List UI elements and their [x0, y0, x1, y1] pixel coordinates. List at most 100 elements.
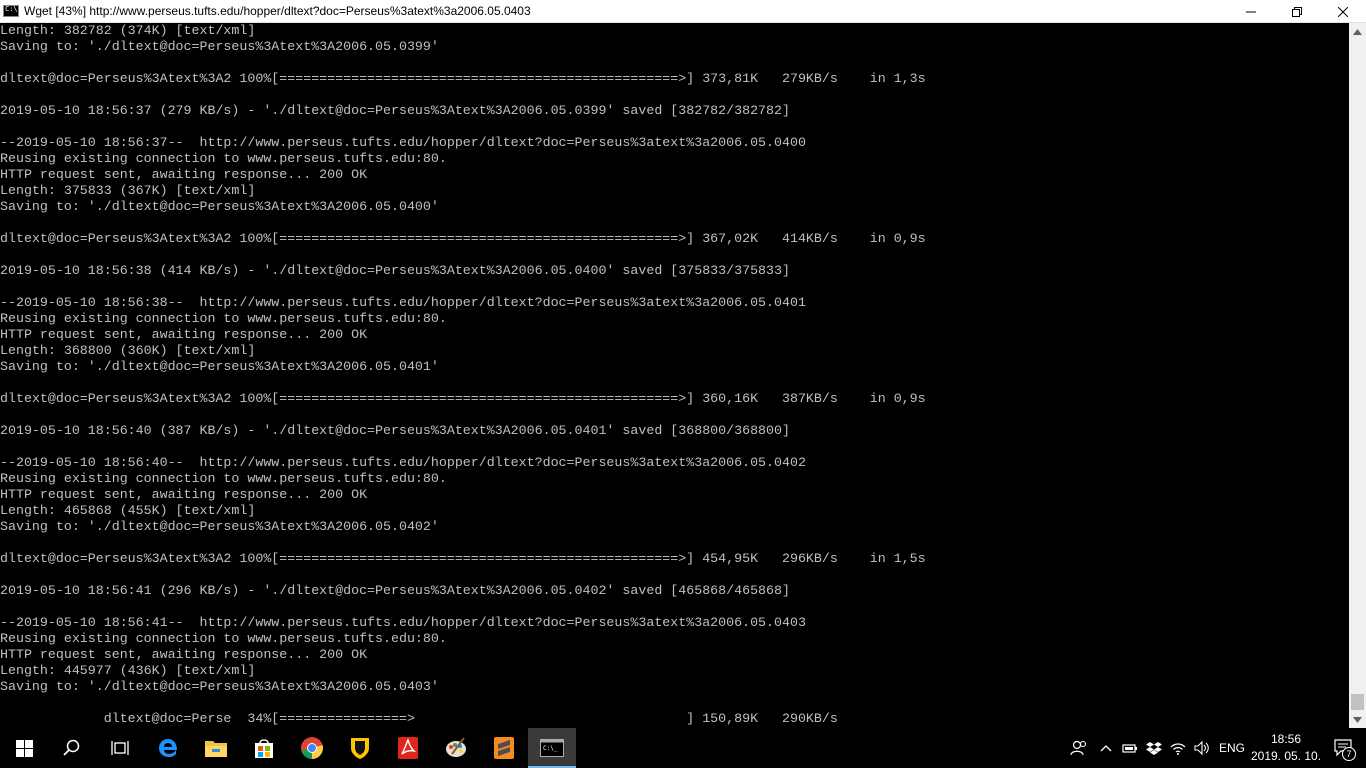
taskbar-sublime[interactable]: [480, 728, 528, 768]
shield-icon: [351, 738, 369, 759]
people-button[interactable]: [1064, 728, 1094, 768]
close-icon: [1338, 6, 1348, 17]
wifi-button[interactable]: [1166, 728, 1190, 768]
clock[interactable]: 18:56 2019. 05. 10.: [1250, 728, 1322, 768]
battery-icon: [1122, 744, 1137, 753]
clock-time: 18:56: [1270, 732, 1302, 746]
minimize-icon: [1246, 11, 1256, 12]
console-line: Saving to: './dltext@doc=Perseus%3Atext%…: [0, 679, 439, 694]
scroll-thumb[interactable]: [1351, 694, 1364, 710]
dropbox-icon: [1146, 742, 1162, 755]
console-line: Saving to: './dltext@doc=Perseus%3Atext%…: [0, 359, 439, 374]
scroll-up-button[interactable]: [1349, 23, 1366, 40]
vertical-scrollbar[interactable]: [1349, 23, 1366, 728]
svg-text:C:\_: C:\_: [543, 745, 558, 752]
show-hidden-icons-button[interactable]: [1094, 728, 1118, 768]
taskbar-file-explorer[interactable]: [192, 728, 240, 768]
console-line: dltext@doc=Perseus%3Atext%3A2 100%[=====…: [0, 391, 926, 406]
console-line: 2019-05-10 18:56:40 (387 KB/s) - './dlte…: [0, 423, 790, 438]
start-button[interactable]: [0, 728, 48, 768]
taskbar-chrome[interactable]: [288, 728, 336, 768]
console-line: Reusing existing connection to www.perse…: [0, 471, 447, 486]
store-icon: [255, 739, 273, 758]
console-line: HTTP request sent, awaiting response... …: [0, 167, 368, 182]
language-indicator[interactable]: ENG: [1214, 728, 1250, 768]
window-controls: [1228, 0, 1366, 23]
console-line: dltext@doc=Perseus%3Atext%3A2 100%[=====…: [0, 231, 926, 246]
chevron-down-icon: [1353, 716, 1362, 723]
restore-icon: [1292, 6, 1302, 17]
minimize-button[interactable]: [1228, 0, 1274, 23]
palette-icon: [446, 737, 466, 757]
taskbar-store[interactable]: [240, 728, 288, 768]
taskbar-paint[interactable]: [432, 728, 480, 768]
console-line: HTTP request sent, awaiting response... …: [0, 487, 368, 502]
console-line: --2019-05-10 18:56:41-- http://www.perse…: [0, 615, 806, 630]
console-line: HTTP request sent, awaiting response... …: [0, 327, 368, 342]
task-view-button[interactable]: [96, 728, 144, 768]
chrome-icon: [301, 737, 323, 759]
taskbar-acrobat[interactable]: [384, 728, 432, 768]
console-line: --2019-05-10 18:56:37-- http://www.perse…: [0, 135, 806, 150]
console-line: 2019-05-10 18:56:38 (414 KB/s) - './dlte…: [0, 263, 790, 278]
console-line: Saving to: './dltext@doc=Perseus%3Atext%…: [0, 199, 439, 214]
window-title: Wget [43%] http://www.perseus.tufts.edu/…: [24, 4, 531, 18]
taskbar-cmd[interactable]: C:\_: [528, 728, 576, 768]
search-icon: [63, 739, 80, 756]
notification-count-badge: 7: [1342, 747, 1356, 761]
chevron-up-icon: [1353, 28, 1362, 35]
console-line: HTTP request sent, awaiting response... …: [0, 647, 368, 662]
console-line: Reusing existing connection to www.perse…: [0, 311, 447, 326]
console-line: --2019-05-10 18:56:38-- http://www.perse…: [0, 295, 806, 310]
cmd-icon: C:\_: [540, 739, 564, 757]
window-title-bar[interactable]: Wget [43%] http://www.perseus.tufts.edu/…: [0, 0, 1366, 23]
console-line: dltext@doc=Perseus%3Atext%3A2 100%[=====…: [0, 71, 926, 86]
volume-button[interactable]: [1190, 728, 1214, 768]
console-line: Length: 368800 (360K) [text/xml]: [0, 343, 256, 358]
console-line: 2019-05-10 18:56:41 (296 KB/s) - './dlte…: [0, 583, 790, 598]
console-line: Length: 382782 (374K) [text/xml]: [0, 23, 256, 38]
console-line: Reusing existing connection to www.perse…: [0, 631, 447, 646]
system-tray: ENG 18:56 2019. 05. 10. 7: [1064, 728, 1366, 768]
scroll-down-button[interactable]: [1349, 711, 1366, 728]
console-line: Saving to: './dltext@doc=Perseus%3Atext%…: [0, 519, 439, 534]
restore-button[interactable]: [1274, 0, 1320, 23]
console-output[interactable]: Length: 382782 (374K) [text/xml] Saving t…: [0, 23, 1349, 728]
speaker-icon: [1194, 741, 1209, 755]
action-center-button[interactable]: 7: [1322, 728, 1366, 768]
taskbar-edge[interactable]: [144, 728, 192, 768]
task-view-icon: [111, 741, 129, 755]
search-button[interactable]: [48, 728, 96, 768]
console-line: Length: 465868 (455K) [text/xml]: [0, 503, 256, 518]
battery-button[interactable]: [1118, 728, 1142, 768]
windows-logo-icon: [15, 739, 33, 757]
people-icon: [1070, 740, 1087, 756]
cmd-icon: [3, 5, 19, 17]
pdf-icon: [398, 737, 418, 759]
taskbar: C:\_ ENG 18:56 2019. 05. 10. 7: [0, 728, 1366, 768]
clock-date: 2019. 05. 10.: [1250, 749, 1322, 763]
dropbox-button[interactable]: [1142, 728, 1166, 768]
sublime-icon: [494, 737, 514, 759]
console-line: Saving to: './dltext@doc=Perseus%3Atext%…: [0, 39, 439, 54]
close-button[interactable]: [1320, 0, 1366, 23]
edge-icon: [159, 739, 177, 757]
console-line: --2019-05-10 18:56:40-- http://www.perse…: [0, 455, 806, 470]
console-line: dltext@doc=Perseus%3Atext%3A2 100%[=====…: [0, 551, 926, 566]
taskbar-shield-app[interactable]: [336, 728, 384, 768]
console-line: Length: 375833 (367K) [text/xml]: [0, 183, 256, 198]
console-line: Length: 445977 (436K) [text/xml]: [0, 663, 256, 678]
wifi-icon: [1170, 743, 1186, 755]
